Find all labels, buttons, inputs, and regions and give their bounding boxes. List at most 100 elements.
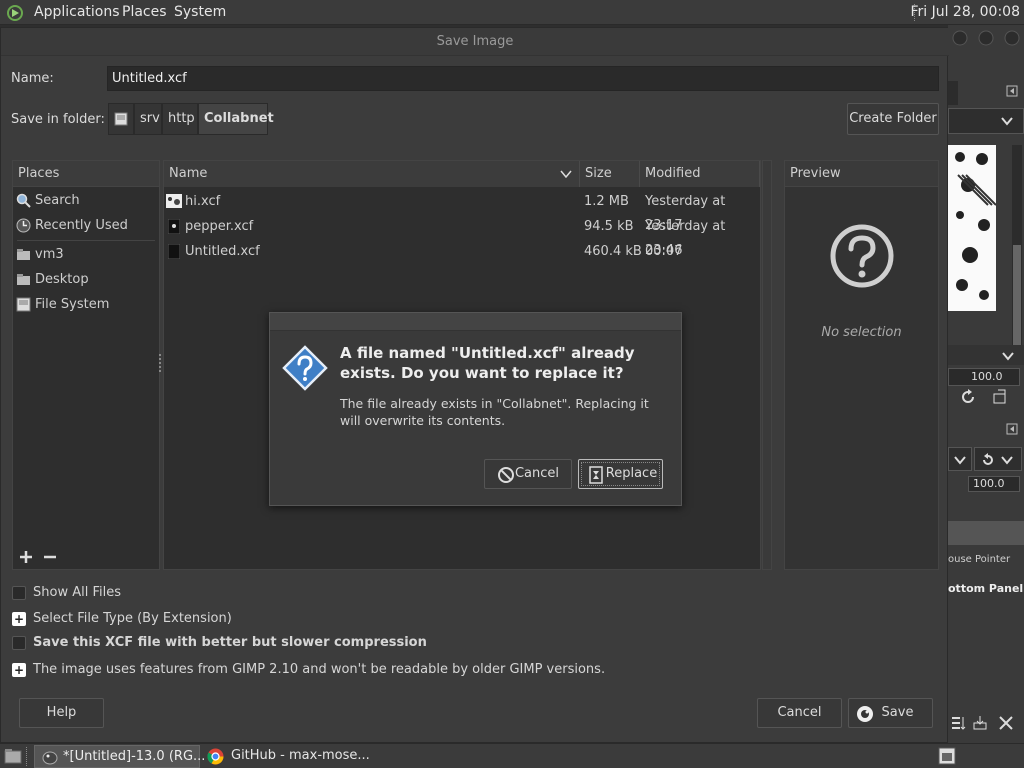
column-modified-header[interactable]: Modified: [640, 161, 760, 187]
places-divider: [17, 240, 155, 241]
replace-label: Replace: [605, 466, 658, 481]
confirm-cancel-button[interactable]: Cancel: [484, 459, 572, 489]
chevron-down-icon: [954, 456, 966, 465]
clock-icon: [16, 218, 31, 233]
places-menu[interactable]: Places: [122, 4, 167, 20]
mouse-pointer-label: ouse Pointer: [948, 554, 1011, 565]
confirm-cancel-label: Cancel: [514, 466, 560, 481]
sort-icon[interactable]: [950, 715, 968, 731]
brushes-icon: [955, 152, 997, 300]
edit-icon[interactable]: [992, 389, 1008, 405]
xcf-thumbnail-icon: [168, 219, 180, 234]
expand-icon[interactable]: +: [12, 612, 26, 626]
help-button[interactable]: Help: [19, 698, 104, 728]
brush-preview-grid[interactable]: [948, 145, 997, 311]
taskbar-browser-task[interactable]: GitHub - max-mose...: [202, 745, 380, 768]
file-modified: 00:07: [645, 244, 683, 259]
place-vm3[interactable]: vm3: [13, 244, 159, 266]
place-recently-used[interactable]: Recently Used: [13, 215, 159, 237]
brush-scrollbar[interactable]: [1012, 145, 1022, 365]
column-name-header[interactable]: Name: [164, 161, 580, 187]
window-buttons-icon[interactable]: [952, 29, 1024, 47]
save-button[interactable]: Save: [848, 698, 933, 728]
file-size: 94.5 kB: [584, 219, 634, 234]
clock[interactable]: Fri Jul 28, 00:08: [910, 4, 1020, 20]
question-icon: [830, 224, 894, 288]
expand-icon[interactable]: +: [12, 663, 26, 677]
place-desktop[interactable]: Desktop: [13, 269, 159, 291]
size-spinbox[interactable]: 100.0: [968, 476, 1020, 492]
place-label: vm3: [35, 247, 64, 262]
dock-menu-icon[interactable]: [1006, 423, 1018, 435]
file-row[interactable]: Untitled.xcf 460.4 kB 00:07: [164, 240, 760, 264]
browser-task-label: GitHub - max-mose...: [231, 748, 370, 763]
spacing-spinbox[interactable]: 100.0: [948, 368, 1020, 386]
place-file-system[interactable]: File System: [13, 294, 159, 316]
window-controls: [952, 29, 1022, 47]
breadcrumb-root[interactable]: [108, 103, 134, 135]
chevron-down-icon: [1001, 456, 1013, 465]
place-label: Search: [35, 193, 80, 208]
preview-pane: Preview No selection: [784, 160, 939, 570]
filename-input[interactable]: Untitled.xcf: [107, 66, 939, 91]
dynamics-bar[interactable]: [948, 521, 1024, 545]
top-panel: Applications Places System Fri Jul 28, 0…: [0, 0, 1024, 25]
column-name-label: Name: [169, 166, 208, 181]
brush-selector[interactable]: [948, 108, 1024, 134]
file-name: Untitled.xcf: [185, 244, 260, 259]
applications-menu[interactable]: Applications: [34, 4, 120, 20]
confirm-heading: A file named "Untitled.xcf" already exis…: [340, 344, 635, 382]
breadcrumb-collabnet[interactable]: Collabnet: [198, 103, 274, 135]
mode-combo[interactable]: [948, 447, 972, 471]
column-size-header[interactable]: Size: [580, 161, 640, 187]
bottom-taskbar: *[Untitled]-13.0 (RG... GitHub - max-mos…: [0, 743, 1024, 768]
gimp-task-label: *[Untitled]-13.0 (RG...: [63, 749, 206, 764]
compat-note-label: The image uses features from GIMP 2.10 a…: [33, 662, 606, 677]
file-name: hi.xcf: [185, 194, 221, 209]
cancel-button[interactable]: Cancel: [757, 698, 842, 728]
xcf-thumbnail-icon: [168, 244, 180, 259]
file-list-scrollbar[interactable]: [762, 160, 772, 570]
sort-descending-icon: [560, 170, 572, 178]
place-label: File System: [35, 297, 110, 312]
name-label: Name:: [11, 71, 54, 86]
show-desktop-icon[interactable]: [4, 748, 22, 764]
desktop-folder-icon: [17, 274, 30, 285]
breadcrumb-http[interactable]: http: [162, 103, 198, 135]
file-row[interactable]: hi.xcf 1.2 MB Yesterday at 23:17: [164, 190, 760, 233]
compression-checkbox[interactable]: [12, 636, 26, 650]
show-all-files-checkbox[interactable]: [12, 586, 26, 600]
place-search[interactable]: Search: [13, 190, 159, 212]
dock-menu-icon[interactable]: [1006, 85, 1018, 97]
dialog-title: Save Image: [1, 28, 949, 56]
file-row[interactable]: pepper.xcf 94.5 kB Yesterday at 23:46: [164, 215, 760, 258]
undo-icon: [983, 453, 993, 465]
remove-bookmark-icon[interactable]: [43, 550, 57, 564]
add-bookmark-icon[interactable]: [19, 550, 33, 564]
reset-combo[interactable]: [974, 447, 1022, 471]
close-icon[interactable]: [998, 715, 1014, 731]
replace-button[interactable]: Replace: [578, 459, 663, 489]
create-folder-button[interactable]: Create Folder: [847, 103, 939, 135]
refresh-icon[interactable]: [960, 389, 976, 405]
replace-confirm-dialog: A file named "Untitled.xcf" already exis…: [269, 312, 682, 506]
brush-combo[interactable]: [948, 345, 1024, 365]
export-icon[interactable]: [972, 715, 988, 731]
chevron-down-icon: [1001, 117, 1013, 126]
place-label: Recently Used: [35, 218, 128, 233]
drive-icon: [114, 112, 128, 126]
question-diamond-icon: [282, 345, 328, 391]
taskbar-gimp-task[interactable]: *[Untitled]-13.0 (RG...: [34, 745, 205, 768]
spacing-value: 100.0: [971, 370, 1003, 383]
taskbar-handle: [26, 747, 30, 766]
gnome-foot-icon[interactable]: [6, 4, 24, 22]
gimp-dock: 100.0 100.0 ouse Pointer ottom Panel: [948, 25, 1024, 743]
dock-tab[interactable]: [948, 81, 958, 105]
workspace-switcher-icon[interactable]: [938, 747, 956, 765]
chrome-icon: [207, 748, 224, 765]
system-menu[interactable]: System: [174, 4, 226, 20]
breadcrumb-srv[interactable]: srv: [134, 103, 162, 135]
confirm-titlebar[interactable]: [270, 313, 681, 331]
pane-resize-handle[interactable]: [159, 354, 162, 372]
cancel-icon: [498, 467, 514, 483]
